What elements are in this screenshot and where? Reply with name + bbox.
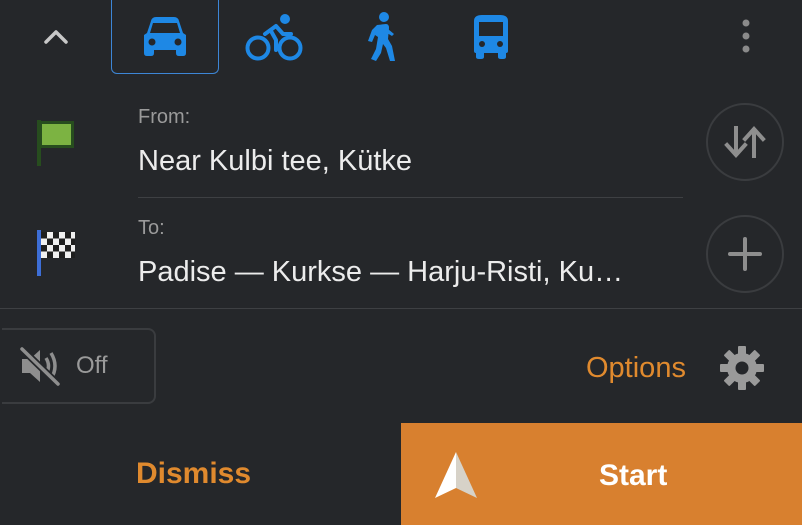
gear-icon [719, 346, 764, 390]
from-input[interactable]: Near Kulbi tee, Kütke [138, 145, 412, 178]
mode-bicycle-button[interactable] [220, 0, 328, 74]
bicycle-icon [245, 14, 303, 61]
mode-bus-button[interactable] [437, 0, 545, 74]
mode-car-button[interactable] [111, 0, 219, 74]
from-label: From: [138, 106, 191, 128]
to-input[interactable]: Padise — Kurkse — Harju-Risti, Ku… [138, 256, 623, 289]
checkered-flag-icon [37, 230, 75, 276]
navigation-arrow-icon [435, 452, 477, 498]
sound-off-icon [19, 346, 61, 386]
more-vertical-icon [742, 19, 750, 53]
options-label: Options [586, 351, 686, 384]
section-divider [0, 308, 802, 309]
dismiss-label: Dismiss [135, 457, 252, 490]
destination-flag [35, 228, 79, 283]
dismiss-button[interactable]: Dismiss [0, 423, 401, 525]
start-button[interactable]: Start [401, 423, 802, 525]
swap-icon [724, 126, 766, 158]
chevron-up-icon [44, 30, 68, 44]
green-flag-icon [37, 120, 74, 166]
sound-toggle-button[interactable]: Off [2, 328, 156, 404]
more-menu-button[interactable] [724, 12, 768, 60]
start-flag [35, 118, 77, 173]
swap-route-button[interactable] [706, 103, 784, 181]
car-icon [144, 16, 186, 56]
add-waypoint-button[interactable] [706, 215, 784, 293]
mode-walk-button[interactable] [328, 0, 436, 74]
start-label: Start [599, 459, 668, 492]
divider [138, 197, 683, 198]
bus-icon [474, 15, 508, 59]
pedestrian-icon [368, 12, 395, 61]
plus-icon [728, 237, 762, 271]
sound-state-label: Off [76, 352, 108, 379]
to-label: To: [138, 217, 165, 239]
collapse-button[interactable] [30, 14, 82, 58]
options-button[interactable]: Options [560, 330, 792, 406]
